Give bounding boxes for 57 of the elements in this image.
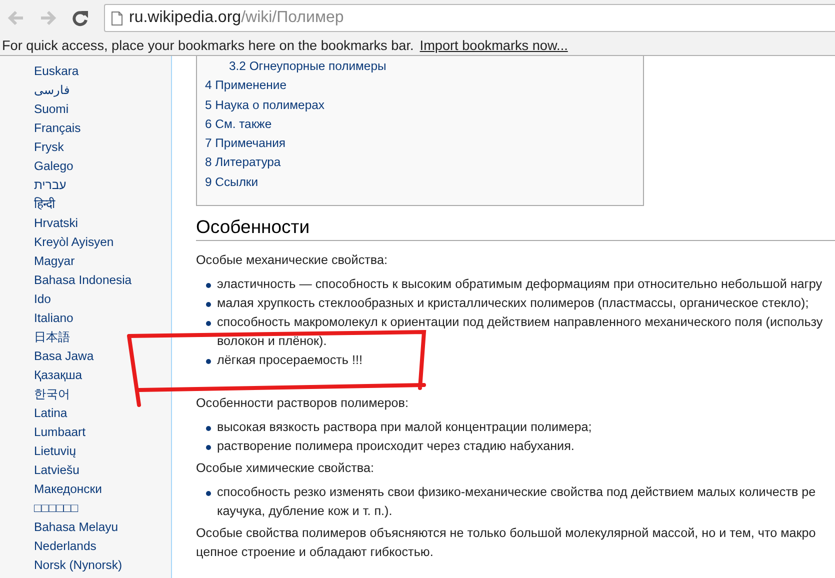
language-link[interactable]: हिन्दी (34, 195, 171, 214)
language-link[interactable]: Hrvatski (34, 214, 171, 233)
language-link[interactable]: Frysk (34, 138, 171, 157)
bullet-icon (206, 283, 211, 288)
language-link[interactable]: Italiano (34, 309, 171, 328)
language-link[interactable]: Nederlands (34, 537, 171, 556)
language-link[interactable]: Norsk (Nynorsk) (34, 556, 171, 575)
language-link[interactable]: Latina (34, 404, 171, 423)
toc-link[interactable]: 5 Наука о полимерах (205, 96, 643, 115)
paragraph: Особенности растворов полимеров: (196, 395, 410, 412)
language-link[interactable]: 한국어 (34, 385, 171, 404)
bullet-icon (206, 426, 211, 432)
toc-link[interactable]: 8 Литература (205, 153, 643, 173)
language-link[interactable]: Bahasa Melayu (34, 518, 171, 537)
language-link[interactable]: Lumbaart (34, 423, 171, 442)
language-link[interactable]: Galego (34, 157, 171, 176)
list-item-text: малая хрупкость стеклообразных и кристаллических полимеров (пластмассы, органическое стекло); (217, 295, 809, 312)
language-link[interactable]: Bahasa Indonesia (34, 271, 171, 290)
list-item-text: растворение полимера происходит через стадию набухания. (217, 438, 574, 456)
language-link[interactable]: □□□□□□ (34, 499, 171, 518)
language-link[interactable]: Latviešu (34, 461, 171, 480)
language-link[interactable]: Magyar (34, 252, 171, 271)
language-link[interactable]: Македонски (34, 480, 171, 499)
language-link[interactable]: Basa Jawa (34, 347, 171, 366)
toc-link[interactable]: 7 Примечания (205, 134, 643, 154)
paragraph: Особые свойства полимеров объясняются не только большой молекулярной массой, но и тем, что макро цепное строение и обладают гибкостью. (196, 525, 817, 562)
language-link[interactable]: Қазақша (34, 366, 171, 385)
page-icon (111, 10, 123, 26)
bullet-icon (206, 359, 211, 364)
language-link[interactable]: Ido (34, 290, 171, 309)
toc-link[interactable]: 3.2 Огнеупорные полимеры (205, 57, 643, 76)
list-item-text: способность резко изменять свои физико-механические свойства под действием малых количеств ре каучука, дубление кож и т. п.). (217, 484, 816, 520)
address-bar[interactable]: ru.wikipedia.org/wiki/Полимер (104, 4, 835, 32)
language-link[interactable]: Kreyòl Ayisyen (34, 233, 171, 252)
list-item-text: эластичность — способность к высоким обратимым деформациям при относительно небольшой нагру (217, 276, 822, 294)
section-heading: Особенности (196, 216, 835, 242)
toc-link[interactable]: 9 Ссылки (205, 172, 643, 192)
language-link[interactable]: 日本語 (34, 328, 171, 347)
language-link[interactable]: Lietuvių (34, 442, 171, 461)
bullet-icon (206, 445, 211, 450)
bullet-icon (206, 302, 211, 308)
language-link[interactable]: Suomi (34, 100, 171, 119)
language-link[interactable]: فارسی (34, 81, 171, 100)
list-item-text: высокая вязкость раствора при малой концентрации полимера; (217, 419, 592, 436)
import-bookmarks-link[interactable]: Import bookmarks now... (420, 36, 568, 55)
bullet-icon (206, 321, 211, 326)
language-link[interactable]: Français (34, 119, 171, 138)
toc-link[interactable]: 4 Применение (205, 76, 643, 96)
list-item-text: способность макромолекул к ориентации под действием направленного механического поля (использу волокон и плёнок). (217, 314, 823, 350)
bullet-icon (206, 491, 211, 496)
paragraph: Особые химические свойства: (196, 460, 375, 478)
toc-link[interactable]: 6 См. также (205, 114, 643, 134)
language-link[interactable]: Euskara (34, 62, 171, 81)
paragraph: Особые механические свойства: (196, 252, 388, 270)
language-link[interactable]: עברית (34, 176, 171, 195)
list-item-text: лёгкая просераемость !!! (217, 352, 362, 370)
bookmarks-bar-message: For quick access, place your bookmarks here on the bookmarks bar. (2, 37, 414, 55)
